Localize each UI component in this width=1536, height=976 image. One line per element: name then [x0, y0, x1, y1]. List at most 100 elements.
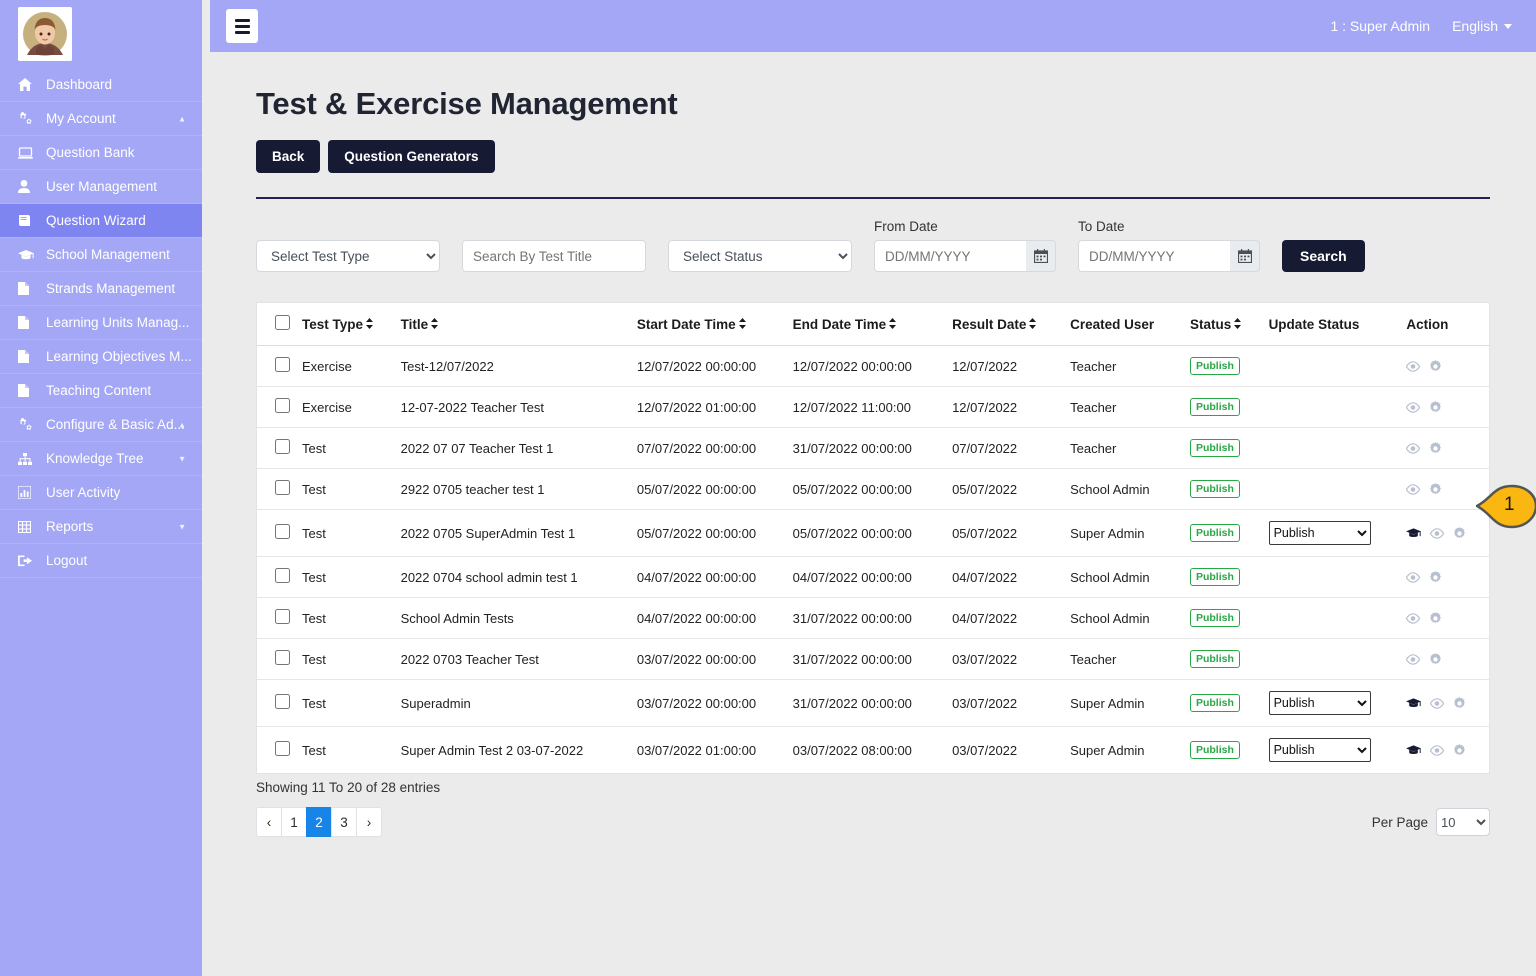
sort-icon[interactable]: [1029, 317, 1037, 332]
gear-icon[interactable]: [1429, 611, 1442, 625]
column-header-result[interactable]: Result Date: [946, 303, 1065, 346]
update-status-select[interactable]: PublishUnpublish: [1268, 738, 1371, 762]
sidebar-item-my-account[interactable]: My Account ▲: [0, 102, 202, 136]
sidebar-item-user-management[interactable]: User Management: [0, 170, 202, 204]
sort-icon[interactable]: [366, 317, 374, 332]
column-header-type[interactable]: Test Type: [296, 303, 395, 346]
chevron-up-icon[interactable]: ▲: [178, 420, 186, 429]
row-checkbox[interactable]: [275, 439, 290, 454]
row-checkbox[interactable]: [275, 609, 290, 624]
eye-icon[interactable]: [1406, 401, 1421, 413]
test-title-input[interactable]: [462, 240, 646, 272]
sidebar-item-user-activity[interactable]: User Activity: [0, 476, 202, 510]
sidebar-item-dashboard[interactable]: Dashboard: [0, 68, 202, 102]
row-checkbox[interactable]: [275, 480, 290, 495]
eye-icon[interactable]: [1430, 527, 1445, 539]
row-checkbox[interactable]: [275, 398, 290, 413]
sort-icon[interactable]: [738, 317, 746, 332]
test-type-select[interactable]: Select Test TypeTestExercise: [256, 240, 440, 272]
cell-title: 12-07-2022 Teacher Test: [394, 386, 631, 428]
search-button[interactable]: Search: [1282, 240, 1365, 272]
gear-icon[interactable]: [1453, 696, 1466, 710]
eye-icon[interactable]: [1406, 571, 1421, 583]
sidebar-item-strands-management[interactable]: Strands Management: [0, 272, 202, 306]
update-status-select[interactable]: PublishUnpublish: [1268, 691, 1371, 715]
row-checkbox[interactable]: [275, 568, 290, 583]
eye-icon[interactable]: [1406, 653, 1421, 665]
avatar[interactable]: [18, 7, 72, 61]
sidebar-item-learning-units-manag[interactable]: Learning Units Manag...: [0, 306, 202, 340]
cell-result: 05/07/2022: [946, 509, 1065, 557]
hamburger-icon[interactable]: [226, 9, 258, 43]
sidebar-item-reports[interactable]: Reports ▼: [0, 510, 202, 544]
sidebar-item-knowledge-tree[interactable]: Knowledge Tree ▼: [0, 442, 202, 476]
column-header-end[interactable]: End Date Time: [786, 303, 947, 346]
chevron-down-icon[interactable]: ▼: [178, 522, 186, 531]
from-date-input[interactable]: [874, 240, 1026, 272]
sort-icon[interactable]: [431, 317, 439, 332]
status-select[interactable]: Select StatusPublishUnpublish: [668, 240, 852, 272]
cell-type: Test: [296, 468, 395, 510]
cell-type: Test: [296, 679, 395, 727]
cap-icon[interactable]: [1406, 527, 1422, 539]
row-checkbox[interactable]: [275, 650, 290, 665]
file-icon: [18, 350, 40, 363]
sidebar-item-learning-objectives-m[interactable]: Learning Objectives M...: [0, 340, 202, 374]
sort-icon[interactable]: [1234, 317, 1242, 332]
current-user-label: 1 : Super Admin: [1330, 18, 1431, 34]
cell-start: 07/07/2022 00:00:00: [630, 427, 787, 469]
status-badge: Publish: [1189, 741, 1240, 759]
cell-actions: [1400, 345, 1489, 387]
page-button-3[interactable]: 3: [331, 807, 357, 837]
gear-icon[interactable]: [1453, 526, 1466, 540]
calendar-icon[interactable]: [1026, 240, 1056, 272]
select-all-checkbox[interactable]: [275, 315, 290, 330]
column-header-start[interactable]: Start Date Time: [630, 303, 787, 346]
cap-icon[interactable]: [1406, 697, 1422, 709]
row-checkbox[interactable]: [275, 524, 290, 539]
sort-icon[interactable]: [889, 317, 897, 332]
eye-icon[interactable]: [1430, 744, 1445, 756]
table-row: Test 2922 0705 teacher test 1 05/07/2022 0…: [257, 468, 1489, 510]
gear-icon[interactable]: [1453, 743, 1466, 757]
gear-icon[interactable]: [1429, 441, 1442, 455]
eye-icon[interactable]: [1406, 612, 1421, 624]
page-button-1[interactable]: 1: [281, 807, 307, 837]
sidebar-item-teaching-content[interactable]: Teaching Content: [0, 374, 202, 408]
row-checkbox[interactable]: [275, 357, 290, 372]
to-date-input[interactable]: [1078, 240, 1230, 272]
gear-icon[interactable]: [1429, 400, 1442, 414]
eye-icon[interactable]: [1406, 483, 1421, 495]
back-button[interactable]: Back: [256, 140, 321, 173]
per-page-select[interactable]: 102550100: [1436, 808, 1490, 836]
sidebar-item-configure-basic-ad[interactable]: Configure & Basic Ad... ▲: [0, 408, 202, 442]
sidebar-item-question-wizard[interactable]: Question Wizard: [0, 204, 202, 238]
sidebar-item-question-bank[interactable]: Question Bank: [0, 136, 202, 170]
update-status-select[interactable]: PublishUnpublish: [1268, 521, 1371, 545]
gear-icon[interactable]: [1429, 359, 1442, 373]
cell-type: Test: [296, 509, 395, 557]
column-header-status[interactable]: Status: [1183, 303, 1263, 346]
language-selector[interactable]: English: [1452, 18, 1512, 34]
page-button-2[interactable]: 2: [306, 807, 332, 837]
gear-icon[interactable]: [1429, 482, 1442, 496]
sidebar-item-logout[interactable]: Logout: [0, 544, 202, 578]
eye-icon[interactable]: [1406, 442, 1421, 454]
eye-icon[interactable]: [1430, 697, 1445, 709]
column-header-title[interactable]: Title: [394, 303, 631, 346]
row-checkbox[interactable]: [275, 741, 290, 756]
status-badge: Publish: [1189, 650, 1240, 668]
question-generators-button[interactable]: Question Generators: [328, 140, 495, 173]
chevron-down-icon[interactable]: ▼: [178, 454, 186, 463]
eye-icon[interactable]: [1406, 360, 1421, 372]
avatar-container[interactable]: [0, 0, 202, 68]
row-checkbox[interactable]: [275, 694, 290, 709]
next-page-button[interactable]: ›: [356, 807, 382, 837]
gear-icon[interactable]: [1429, 570, 1442, 584]
cap-icon[interactable]: [1406, 744, 1422, 756]
calendar-icon[interactable]: [1230, 240, 1260, 272]
prev-page-button[interactable]: ‹: [256, 807, 282, 837]
gear-icon[interactable]: [1429, 652, 1442, 666]
chevron-up-icon[interactable]: ▲: [178, 114, 186, 123]
sidebar-item-school-management[interactable]: School Management: [0, 238, 202, 272]
